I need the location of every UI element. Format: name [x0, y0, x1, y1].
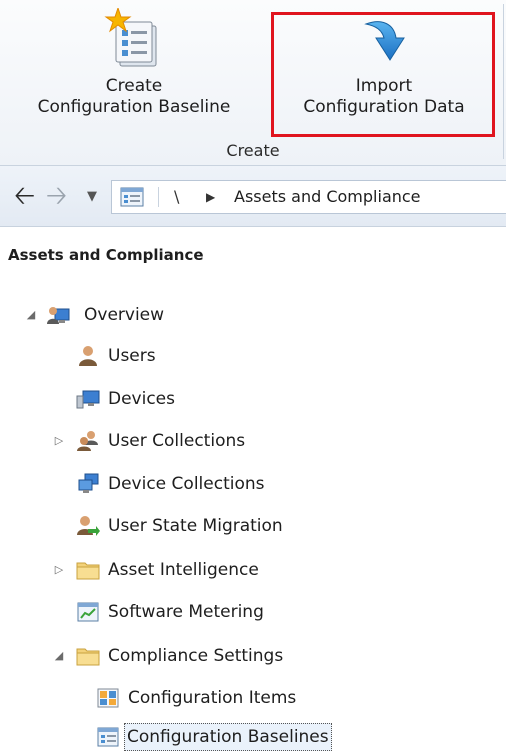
tree-item-label: Software Metering: [108, 602, 264, 622]
tree-item-user-collections[interactable]: ▷ User Collections: [0, 426, 506, 456]
history-dropdown-icon[interactable]: ▼: [82, 184, 102, 210]
folder-icon: [76, 562, 100, 580]
forward-arrow-icon[interactable]: 🡢: [46, 181, 67, 211]
tree-item-users[interactable]: Users: [0, 341, 506, 371]
expand-triangle-icon[interactable]: ▷: [52, 426, 66, 456]
tree-item-label: Devices: [108, 389, 175, 409]
group-separator: [503, 4, 504, 159]
create-button-line1: Create: [105, 76, 163, 96]
console-icon: [120, 187, 144, 207]
tree-item-label: User Collections: [108, 431, 246, 451]
tree-item-label: User State Migration: [108, 516, 283, 536]
tree-item-configuration-items[interactable]: Configuration Items: [0, 683, 506, 713]
path-expand-arrow-icon[interactable]: ▶: [206, 181, 215, 213]
create-configuration-baseline-button[interactable]: Create Configuration Baseline: [0, 8, 268, 136]
workspace-title: Assets and Compliance: [8, 246, 204, 264]
configuration-baselines-icon: [97, 727, 119, 747]
user-collections-icon: [77, 431, 98, 451]
tree-item-label: Asset Intelligence: [108, 560, 259, 580]
tree-item-asset-intelligence[interactable]: ▷ Asset Intelligence: [0, 555, 506, 585]
tree-item-user-state-migration[interactable]: User State Migration: [0, 511, 506, 541]
breadcrumb[interactable]: Assets and Compliance: [234, 181, 421, 213]
back-arrow-icon[interactable]: 🡠: [14, 181, 35, 211]
configuration-items-icon: [97, 688, 119, 708]
collapse-triangle-icon[interactable]: ◢: [52, 641, 66, 671]
ribbon: Create Configuration Baseline Import Con…: [0, 0, 506, 166]
create-button-line2: Configuration Baseline: [37, 97, 231, 117]
highlight-rectangle: [271, 12, 495, 137]
device-collections-icon: [78, 473, 99, 493]
collapse-triangle-icon[interactable]: ◢: [24, 300, 38, 330]
tree-item-device-collections[interactable]: Device Collections: [0, 469, 506, 499]
tree-item-label: Configuration Baselines: [124, 723, 332, 751]
tree-item-label: Overview: [84, 305, 165, 325]
user-state-migration-icon: [77, 516, 100, 536]
expand-triangle-icon[interactable]: ▷: [52, 555, 66, 585]
tree-item-label: Device Collections: [108, 474, 265, 494]
tree-item-label: Compliance Settings: [108, 646, 284, 666]
path-root-separator: \: [174, 187, 180, 206]
address-path[interactable]: \ ▶ Assets and Compliance: [111, 180, 506, 214]
ribbon-group-label: Create: [226, 141, 280, 160]
tree-item-label: Users: [108, 346, 156, 366]
user-icon: [79, 346, 97, 366]
tree-item-devices[interactable]: Devices: [0, 384, 506, 414]
path-divider: [158, 187, 159, 207]
new-baseline-icon: [104, 8, 157, 67]
tree-item-label: Configuration Items: [128, 688, 297, 708]
tree-item-overview[interactable]: ◢ Overview: [0, 300, 506, 330]
software-metering-icon: [77, 602, 99, 622]
tree-item-compliance-settings[interactable]: ◢ Compliance Settings: [0, 641, 506, 671]
tree-item-configuration-baselines[interactable]: Configuration Baselines: [0, 722, 506, 752]
navigation-bar: 🡠 🡢 ▼ \ ▶ Assets and Compliance: [0, 166, 506, 227]
overview-icon: [47, 307, 70, 324]
folder-icon: [76, 648, 100, 666]
devices-icon: [76, 390, 100, 409]
tree-item-software-metering[interactable]: Software Metering: [0, 597, 506, 627]
